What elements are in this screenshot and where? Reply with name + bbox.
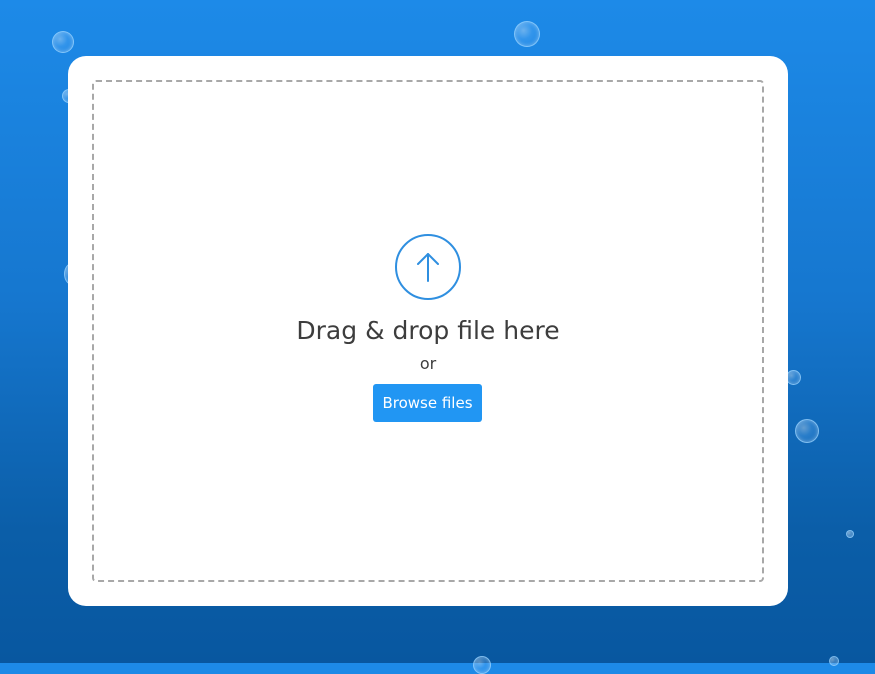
bubble-decoration xyxy=(52,31,74,53)
dropzone-or-text: or xyxy=(419,354,437,373)
bubble-decoration xyxy=(514,21,540,47)
file-dropzone[interactable]: Drag & drop file here or Browse files xyxy=(92,80,764,582)
dropzone-title: Drag & drop file here xyxy=(296,316,560,345)
bubble-decoration xyxy=(473,656,491,674)
bubble-decoration xyxy=(846,530,854,538)
upload-arrow-icon xyxy=(395,234,461,300)
bubble-decoration xyxy=(786,370,801,385)
browse-files-button[interactable]: Browse files xyxy=(373,384,482,422)
upload-card: Drag & drop file here or Browse files xyxy=(68,56,788,606)
bubble-decoration xyxy=(829,656,839,666)
bubble-decoration xyxy=(795,419,819,443)
